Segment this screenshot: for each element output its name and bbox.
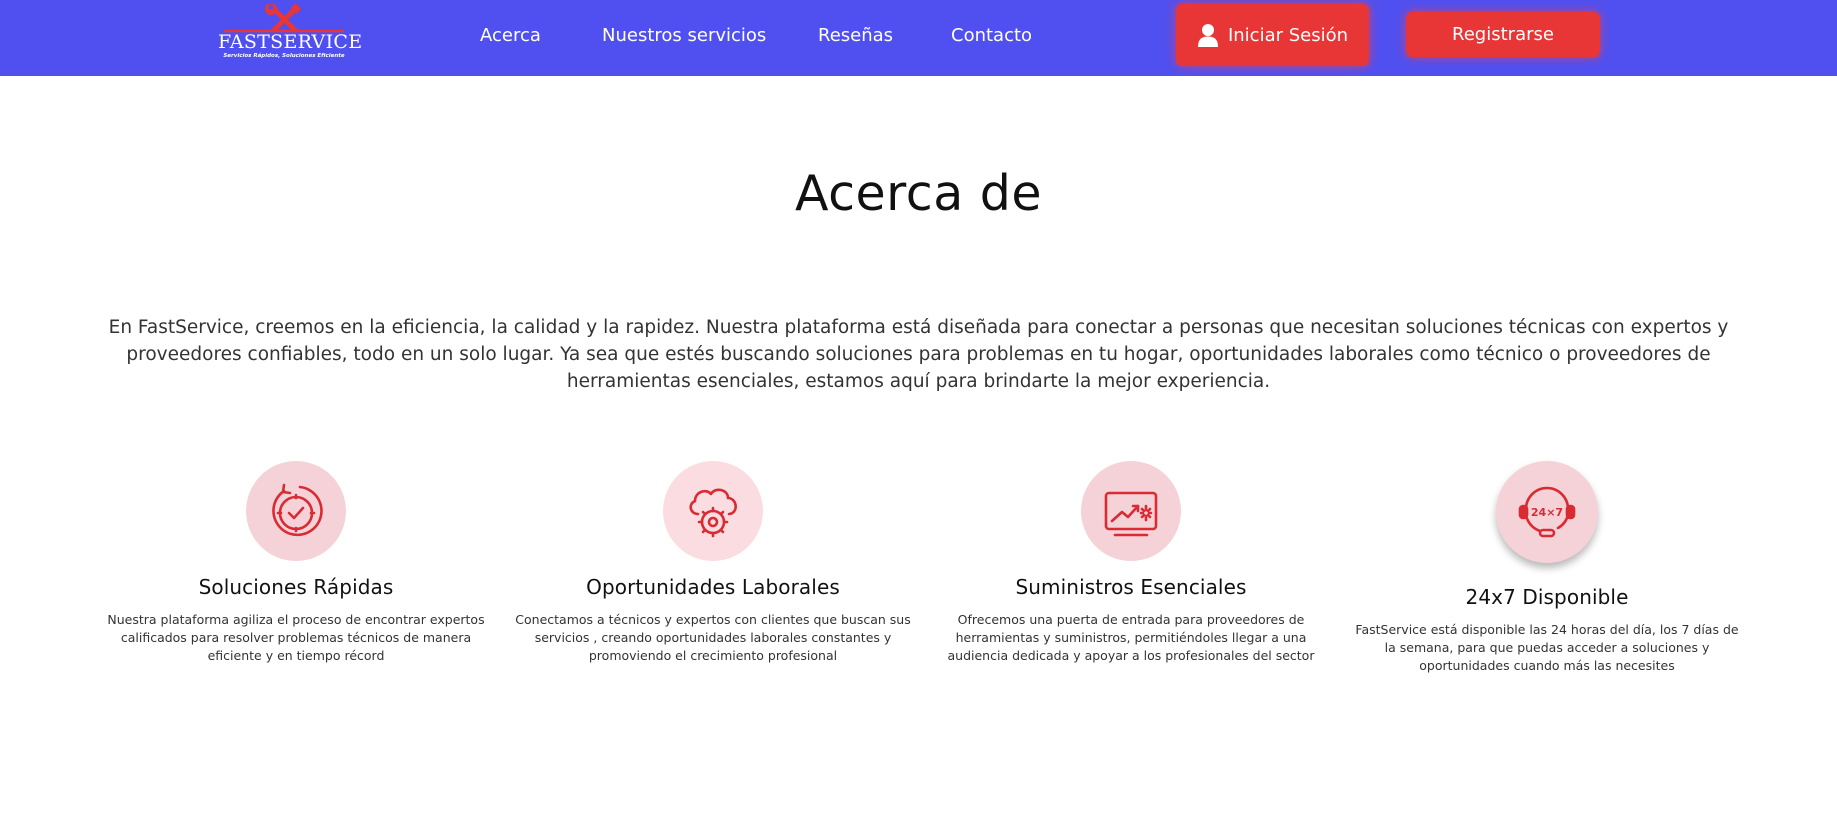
login-button[interactable]: Iniciar Sesión <box>1176 4 1369 66</box>
register-label: Registrarse <box>1452 24 1554 45</box>
feature-title: Soluciones Rápidas <box>198 575 394 599</box>
about-intro: En FastService, creemos en la eficiencia… <box>108 317 1729 392</box>
nav-link-contacto[interactable]: Contacto <box>951 22 1032 50</box>
fast-clock-check-icon <box>272 483 323 537</box>
icon-text-24x7: 24×7 <box>1531 506 1563 519</box>
feature-text: FastService está disponible las 24 horas… <box>1355 622 1739 673</box>
logo-tagline: Servicios Rápidos, Soluciones Eficiente <box>223 53 345 59</box>
fastservice-logo[interactable]: FASTSERVICE Servicios Rápidos, Solucione… <box>218 4 363 68</box>
feature-title: Suministros Esenciales <box>1015 575 1247 599</box>
login-label: Iniciar Sesión <box>1227 24 1349 46</box>
feature-card-suministros-esenciales: Suministros Esenciales Ofrecemos una pue… <box>931 461 1331 665</box>
cloud-gear-icon <box>689 488 737 538</box>
register-button[interactable]: Registrarse <box>1406 12 1600 57</box>
section-title: Acerca de <box>794 165 1043 222</box>
feature-title: 24x7 Disponible <box>1465 585 1629 609</box>
logo-name: FASTSERVICE <box>218 31 363 53</box>
feature-text: Nuestra plataforma agiliza el proceso de… <box>107 612 485 663</box>
user-icon <box>1197 24 1218 47</box>
nav-link-servicios[interactable]: Nuestros servicios <box>602 22 766 50</box>
feature-title: Oportunidades Laborales <box>586 575 840 599</box>
feature-icon-circle <box>246 461 346 561</box>
feature-icon-circle: 24×7 <box>1496 461 1598 563</box>
feature-card-oportunidades-laborales: Oportunidades Laborales Conectamos a téc… <box>513 461 913 665</box>
headset-24x7-icon: 24×7 <box>1518 486 1576 538</box>
top-navbar: FASTSERVICE Servicios Rápidos, Solucione… <box>0 0 1837 76</box>
growth-chart-screen-icon <box>1104 491 1158 537</box>
feature-icon-circle <box>1081 461 1181 561</box>
feature-text: Ofrecemos una puerta de entrada para pro… <box>947 612 1315 663</box>
nav-link-resenas[interactable]: Reseñas <box>818 22 893 50</box>
feature-icon-circle <box>663 461 763 561</box>
feature-text: Conectamos a técnicos y expertos con cli… <box>515 612 911 663</box>
feature-card-24x7-disponible: 24×7 24x7 Disponible FastService está di… <box>1347 461 1747 675</box>
feature-card-soluciones-rapidas: Soluciones Rápidas Nuestra plataforma ag… <box>96 461 496 665</box>
nav-link-acerca[interactable]: Acerca <box>480 22 541 50</box>
